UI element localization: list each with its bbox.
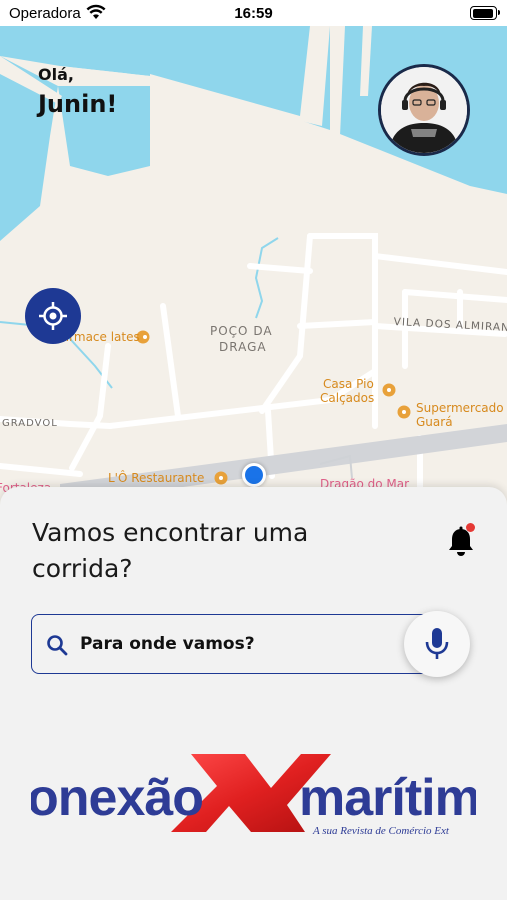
logo-word-left: onexão: [31, 769, 204, 827]
map-label-supermercado: Supermercado: [416, 401, 504, 415]
microphone-icon: [425, 628, 449, 659]
map-label-gradvol: GRADVOL: [2, 418, 58, 429]
logo-tagline: A sua Revista de Comércio Ext: [313, 825, 449, 837]
notification-badge: [466, 523, 475, 532]
greeting-user-name: Junin!: [38, 90, 118, 118]
crosshair-icon: [39, 302, 67, 330]
map-label-poco: POÇO DA: [210, 324, 273, 338]
locate-me-button[interactable]: [25, 288, 81, 344]
bottom-sheet: Vamos encontrar uma corrida? Para onde v…: [0, 487, 507, 900]
sheet-title: Vamos encontrar uma corrida?: [32, 518, 309, 583]
avatar-image: [381, 67, 467, 153]
map-label-restaurante: L'Ô Restaurante: [108, 471, 205, 485]
clock: 16:59: [234, 5, 273, 22]
map-label-draga: DRAGA: [219, 340, 267, 354]
map-label-calcados: Calçados: [320, 391, 375, 405]
status-bar: Operadora 16:59: [0, 0, 507, 26]
battery-icon: [470, 6, 500, 20]
search-icon: [47, 635, 68, 656]
logo-word-right: marítim: [299, 769, 476, 827]
notifications-button[interactable]: [446, 523, 476, 557]
map-label-casa-pio: Casa Pio: [323, 377, 374, 391]
map-label-guara: Guará: [416, 415, 453, 429]
user-location-marker: [242, 463, 266, 487]
search-box[interactable]: [31, 614, 436, 674]
voice-search-button[interactable]: [404, 611, 470, 677]
destination-search-input[interactable]: [80, 628, 400, 660]
sponsor-logo: onexão marítim A sua Revista de Comércio…: [31, 750, 476, 850]
greeting-hello: Olá,: [38, 65, 74, 84]
avatar[interactable]: [378, 64, 470, 156]
